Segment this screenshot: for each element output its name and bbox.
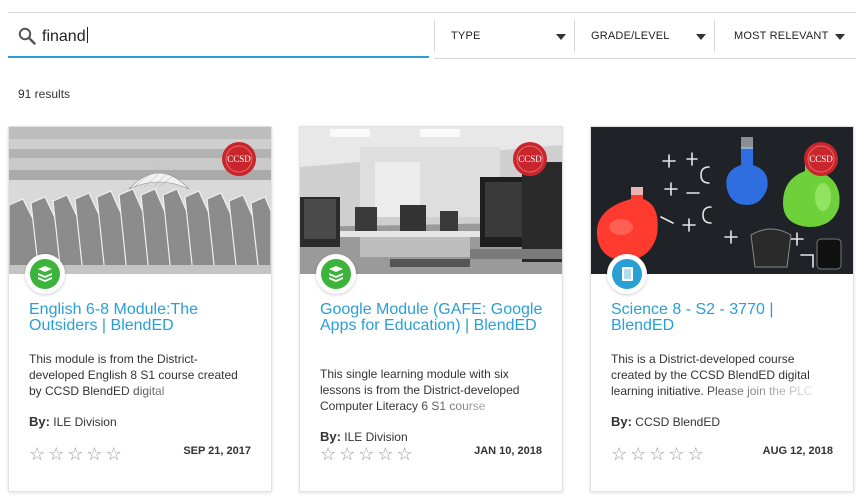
star-icon[interactable]: ☆ — [29, 445, 45, 463]
grade-level-filter-dropdown[interactable]: GRADE/LEVEL — [574, 20, 714, 52]
star-rating[interactable]: ☆ ☆ ☆ ☆ ☆ — [611, 445, 704, 463]
search-input[interactable]: finand — [42, 27, 88, 46]
card-description: This module is from the District-develop… — [29, 351, 249, 399]
card-description: This is a District-developed course crea… — [611, 351, 831, 399]
sort-dropdown[interactable]: MOST RELEVANT — [714, 20, 856, 52]
sort-label: MOST RELEVANT — [734, 30, 829, 42]
grade-level-filter-label: GRADE/LEVEL — [591, 30, 670, 42]
star-icon[interactable]: ☆ — [48, 445, 64, 463]
stack-icon — [329, 266, 343, 282]
card-author: By: ILE Division — [320, 429, 408, 444]
chevron-down-icon — [556, 34, 566, 40]
type-filter-dropdown[interactable]: TYPE — [434, 20, 574, 52]
star-icon[interactable]: ☆ — [67, 445, 83, 463]
svg-text:CCSD: CCSD — [227, 154, 251, 164]
card-date: JAN 10, 2018 — [474, 445, 542, 457]
card-title-link[interactable]: Science 8 - S2 - 3770 | BlendED — [611, 302, 836, 334]
course-type-badge — [607, 254, 647, 294]
star-icon[interactable]: ☆ — [377, 445, 393, 463]
search-bar[interactable]: finand — [8, 13, 429, 58]
card-title-link[interactable]: Google Module (GAFE: Google Apps for Edu… — [320, 302, 545, 334]
star-rating[interactable]: ☆ ☆ ☆ ☆ ☆ — [29, 445, 122, 463]
card-date: SEP 21, 2017 — [183, 445, 251, 457]
card-author: By: CCSD BlendED — [611, 414, 720, 429]
book-icon — [622, 267, 633, 281]
star-icon[interactable]: ☆ — [106, 445, 122, 463]
card-author: By: ILE Division — [29, 414, 117, 429]
star-icon[interactable]: ☆ — [611, 445, 627, 463]
resource-card[interactable]: CCSD Science 8 - S2 - 3770 | BlendED Thi… — [590, 126, 854, 492]
star-icon[interactable]: ☆ — [630, 445, 646, 463]
card-thumbnail-computer-lab[interactable]: CCSD — [300, 127, 562, 274]
module-type-badge — [25, 254, 65, 294]
search-icon — [18, 27, 36, 45]
svg-text:CCSD: CCSD — [518, 154, 542, 164]
resource-card[interactable]: CCSD Google Module (GAFE: Google Apps fo… — [299, 126, 563, 492]
star-icon[interactable]: ☆ — [649, 445, 665, 463]
card-thumbnail-chemistry[interactable]: CCSD — [591, 127, 853, 274]
star-icon[interactable]: ☆ — [397, 445, 413, 463]
chevron-down-icon — [696, 34, 706, 40]
chevron-down-icon — [835, 34, 845, 40]
star-icon[interactable]: ☆ — [668, 445, 684, 463]
stack-icon — [38, 266, 52, 282]
svg-text:CCSD: CCSD — [809, 154, 833, 164]
star-icon[interactable]: ☆ — [688, 445, 704, 463]
ccsd-seal-icon: CCSD — [804, 142, 838, 176]
results-count: 91 results — [18, 87, 71, 101]
star-icon[interactable]: ☆ — [320, 445, 336, 463]
ccsd-seal-icon: CCSD — [513, 142, 547, 176]
card-description: This single learning module with six les… — [320, 366, 540, 414]
card-thumbnail-books[interactable]: CCSD — [9, 127, 271, 274]
filter-bar: TYPE GRADE/LEVEL MOST RELEVANT — [434, 13, 856, 59]
ccsd-seal-icon: CCSD — [222, 142, 256, 176]
card-date: AUG 12, 2018 — [762, 445, 833, 457]
card-title-link[interactable]: English 6-8 Module:The Outsiders | Blend… — [29, 302, 254, 334]
type-filter-label: TYPE — [451, 30, 481, 42]
star-icon[interactable]: ☆ — [339, 445, 355, 463]
star-icon[interactable]: ☆ — [86, 445, 102, 463]
module-type-badge — [316, 254, 356, 294]
star-rating[interactable]: ☆ ☆ ☆ ☆ ☆ — [320, 445, 413, 463]
star-icon[interactable]: ☆ — [358, 445, 374, 463]
resource-card[interactable]: CCSD English 6-8 Module:The Outsiders | … — [8, 126, 272, 492]
